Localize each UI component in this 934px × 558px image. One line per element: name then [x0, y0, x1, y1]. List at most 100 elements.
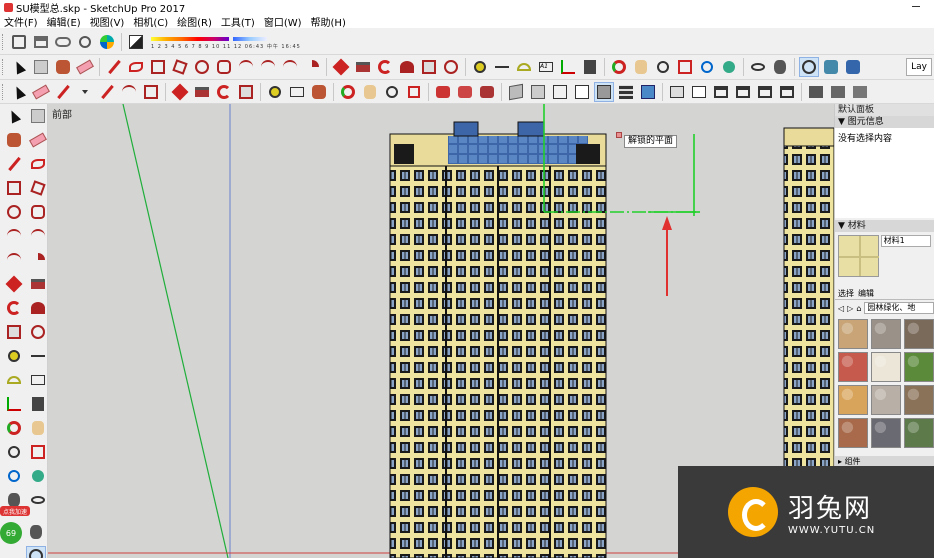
polygon-icon[interactable]: [214, 57, 234, 77]
entity-info-header[interactable]: ▼ 图元信息: [835, 116, 934, 128]
menu-edit[interactable]: 编辑(E): [47, 14, 81, 29]
warehouse-icon[interactable]: [9, 32, 29, 52]
move-tool-icon[interactable]: [4, 274, 24, 294]
union-icon[interactable]: [850, 82, 870, 102]
left-view-icon[interactable]: [777, 82, 797, 102]
paint-bucket-icon-2[interactable]: [309, 82, 329, 102]
orbit-tool-icon[interactable]: [4, 418, 24, 438]
highrise-building[interactable]: [389, 121, 607, 558]
texture-swatch[interactable]: [904, 418, 934, 448]
rotated-rectangle-icon[interactable]: [170, 57, 190, 77]
move-icon-2[interactable]: [170, 82, 190, 102]
zoom-window-tool-icon[interactable]: [28, 442, 48, 462]
eraser-icon[interactable]: [75, 57, 95, 77]
component-icon[interactable]: [31, 57, 51, 77]
orbit-icon[interactable]: [609, 57, 629, 77]
text-tool-icon[interactable]: [28, 370, 48, 390]
share-model-icon[interactable]: [31, 32, 51, 52]
speed-up-badge[interactable]: 点我加速: [0, 506, 30, 516]
monochrome-style-icon[interactable]: [638, 82, 658, 102]
shadow-time-slider[interactable]: 1 2 3 4 5 6 7 8 9 10 11 12 06:43 中午 16:4…: [151, 32, 300, 52]
texture-swatch[interactable]: [838, 418, 868, 448]
pan-tool-icon[interactable]: [28, 418, 48, 438]
eraser-tool-icon[interactable]: [28, 130, 48, 150]
tab-edit[interactable]: 编辑: [858, 288, 874, 299]
rotate-icon[interactable]: [375, 57, 395, 77]
walk-icon[interactable]: [770, 57, 790, 77]
text-icon-2[interactable]: [287, 82, 307, 102]
display-section-cuts-icon[interactable]: [843, 57, 863, 77]
top-view-icon[interactable]: [689, 82, 709, 102]
tab-select[interactable]: 选择: [838, 288, 854, 299]
push-pull-icon[interactable]: [353, 57, 373, 77]
back-view-icon[interactable]: [755, 82, 775, 102]
iso-view-icon[interactable]: [667, 82, 687, 102]
rotate-icon-2[interactable]: [214, 82, 234, 102]
offset-icon[interactable]: [441, 57, 461, 77]
freehand-icon[interactable]: [126, 57, 146, 77]
move-icon[interactable]: [331, 57, 351, 77]
look-around-icon[interactable]: [748, 57, 768, 77]
menu-view[interactable]: 视图(V): [90, 14, 125, 29]
texture-swatch[interactable]: [838, 319, 868, 349]
line-dropdown-icon[interactable]: [53, 82, 73, 102]
toolbar-grip[interactable]: [2, 33, 5, 50]
protractor-icon[interactable]: [514, 57, 534, 77]
texture-swatch[interactable]: [871, 385, 901, 415]
pencil-dropdown-icon[interactable]: [97, 82, 117, 102]
scale-tool-icon[interactable]: [4, 322, 24, 342]
shaded-textures-style-icon[interactable]: [616, 82, 636, 102]
three-point-arc-tool-icon[interactable]: [4, 250, 24, 270]
wireframe-style-icon[interactable]: [550, 82, 570, 102]
menu-window[interactable]: 窗口(W): [264, 14, 302, 29]
circle-icon[interactable]: [192, 57, 212, 77]
extension-warehouse-icon[interactable]: [455, 82, 475, 102]
shadows-icon[interactable]: [126, 32, 146, 52]
tape-tool-icon[interactable]: [4, 346, 24, 366]
texture-swatch[interactable]: [904, 352, 934, 382]
zoom-extents-tool-icon[interactable]: [4, 466, 24, 486]
material-name-field[interactable]: 材料1: [880, 235, 931, 247]
texture-swatch[interactable]: [904, 319, 934, 349]
previous-view-icon[interactable]: [719, 57, 739, 77]
texture-swatch[interactable]: [871, 319, 901, 349]
scale-icon[interactable]: [419, 57, 439, 77]
circle-tool-icon[interactable]: [4, 202, 24, 222]
front-view-icon[interactable]: [711, 82, 731, 102]
zoom-extents-icon[interactable]: [697, 57, 717, 77]
push-pull-icon-2[interactable]: [192, 82, 212, 102]
notification-badge[interactable]: 69: [0, 522, 22, 544]
texture-swatch[interactable]: [838, 352, 868, 382]
polygon-tool-icon[interactable]: [28, 202, 48, 222]
warehouse-icon-2[interactable]: [433, 82, 453, 102]
xray-style-icon[interactable]: [506, 82, 526, 102]
orbit-icon-2[interactable]: [338, 82, 358, 102]
3d-text-tool-icon[interactable]: [28, 394, 48, 414]
menu-tools[interactable]: 工具(T): [221, 14, 255, 29]
share-component-icon[interactable]: [477, 82, 497, 102]
rectangle-tool-icon[interactable]: [4, 178, 24, 198]
minimize-button[interactable]: [912, 6, 920, 7]
trimble-connect-icon[interactable]: [97, 32, 117, 52]
offset-tool-icon[interactable]: [28, 322, 48, 342]
eraser-icon-2[interactable]: [31, 82, 51, 102]
axes-tool-icon[interactable]: [4, 394, 24, 414]
text-icon[interactable]: A1: [536, 57, 556, 77]
axes-icon[interactable]: [558, 57, 578, 77]
library-dropdown[interactable]: 园林绿化、地: [864, 302, 934, 314]
zoom-window-icon[interactable]: [675, 57, 695, 77]
previous-tool-icon[interactable]: [28, 466, 48, 486]
shaded-style-icon[interactable]: [594, 81, 614, 102]
protractor-tool-icon[interactable]: [4, 370, 24, 390]
arc-icon[interactable]: [236, 57, 256, 77]
shape-dropdown-icon[interactable]: [141, 82, 161, 102]
scene-tab[interactable]: 前部: [52, 106, 72, 121]
tape-measure-icon-2[interactable]: [265, 82, 285, 102]
zoom-extents-icon-2[interactable]: [404, 82, 424, 102]
intersect-icon[interactable]: [828, 82, 848, 102]
texture-swatch[interactable]: [871, 418, 901, 448]
zoom-icon-2[interactable]: [382, 82, 402, 102]
outer-shell-icon[interactable]: [806, 82, 826, 102]
paint-tool-icon[interactable]: [4, 130, 24, 150]
rotate-tool-icon[interactable]: [4, 298, 24, 318]
